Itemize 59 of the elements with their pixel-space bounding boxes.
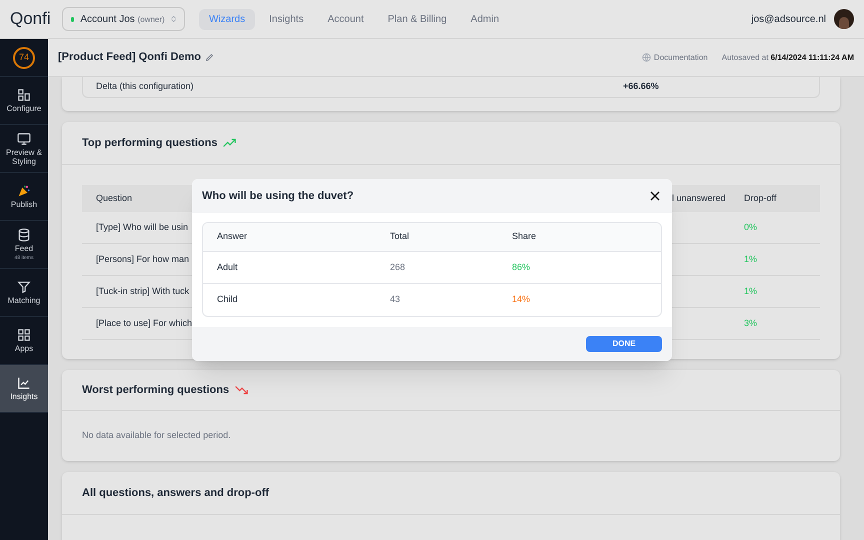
monitor-icon bbox=[17, 132, 31, 146]
table-cell-text: Child bbox=[217, 293, 239, 306]
column-header: Answer bbox=[217, 230, 248, 244]
table-cell-text: [Place to use] For which bbox=[96, 316, 194, 330]
autosave-status: Autosaved at 6/14/2024 11:11:24 AM bbox=[722, 52, 854, 64]
sidebar-item[interactable]: Preview & Styling bbox=[0, 125, 48, 173]
sidebar-item[interactable]: Publish bbox=[0, 173, 48, 221]
database-icon bbox=[17, 228, 31, 242]
section-title: Worst performing questions bbox=[82, 382, 230, 398]
layout-icon bbox=[17, 88, 31, 102]
close-button[interactable] bbox=[648, 189, 662, 203]
table-cell-text: [Tuck-in strip] With tuck bbox=[96, 284, 190, 298]
user-email: jos@adsource.nl bbox=[751, 12, 826, 26]
table-cell-text: 268 bbox=[390, 260, 406, 274]
trending-up-icon bbox=[223, 138, 238, 148]
sidebar-item[interactable]: Matching bbox=[0, 269, 48, 317]
table-cell-text: Adult bbox=[217, 260, 239, 274]
column-header: Drop-off bbox=[744, 192, 776, 205]
avatar-icon[interactable] bbox=[834, 9, 854, 29]
column-header: l unanswered bbox=[672, 192, 727, 205]
column-header: Share bbox=[512, 230, 536, 244]
nav-tab[interactable]: Account bbox=[318, 8, 374, 30]
page-title: [Product Feed] Qonfi Demo bbox=[58, 50, 201, 66]
share-cell-text: 86% bbox=[512, 260, 530, 274]
globe-icon bbox=[642, 53, 651, 62]
delta-value: +66.66% bbox=[623, 80, 659, 94]
close-icon bbox=[650, 191, 660, 201]
delta-label: Delta (this configuration) bbox=[96, 80, 195, 94]
filter-icon bbox=[17, 280, 31, 294]
line-chart-icon bbox=[17, 376, 31, 390]
trending-down-icon bbox=[235, 385, 250, 395]
dropoff-cell-text: 1% bbox=[744, 284, 758, 298]
sidebar-item[interactable]: Insights bbox=[0, 365, 48, 413]
pencil-icon[interactable] bbox=[205, 53, 214, 62]
column-header: Total bbox=[390, 230, 410, 244]
documentation-link[interactable]: Documentation bbox=[654, 52, 708, 64]
dropoff-cell-text: 1% bbox=[744, 252, 758, 266]
score-ring: 74 bbox=[13, 46, 35, 68]
table-cell-text: 43 bbox=[390, 293, 402, 306]
done-button[interactable]: DONE bbox=[586, 336, 662, 352]
party-popper-icon bbox=[17, 184, 31, 198]
grid-icon bbox=[17, 328, 31, 342]
chevron-updown-icon bbox=[170, 14, 176, 24]
sidebar-item[interactable]: Configure bbox=[0, 77, 48, 125]
dialog-title: Who will be using the duvet? bbox=[202, 188, 354, 204]
dropoff-cell-text: 3% bbox=[744, 316, 758, 330]
table-cell-text: [Type] Who will be usin bbox=[96, 220, 190, 234]
nav-tab[interactable]: Plan & Billing bbox=[378, 8, 457, 30]
nav-tab[interactable]: Admin bbox=[460, 8, 510, 30]
section-title: Top performing questions bbox=[82, 136, 218, 151]
logo: Qonfi bbox=[10, 8, 52, 30]
dropoff-cell-text: 0% bbox=[744, 220, 758, 234]
account-selector[interactable]: Account Jos (owner) bbox=[62, 7, 185, 31]
section-title: All questions, answers and drop-off bbox=[82, 486, 270, 501]
column-header: Question bbox=[96, 192, 134, 205]
share-cell-text: 14% bbox=[512, 293, 530, 306]
empty-message: No data available for selected period. bbox=[82, 429, 231, 442]
table-cell-text: [Persons] For how man bbox=[96, 252, 190, 266]
nav-tab[interactable]: Insights bbox=[259, 8, 314, 30]
